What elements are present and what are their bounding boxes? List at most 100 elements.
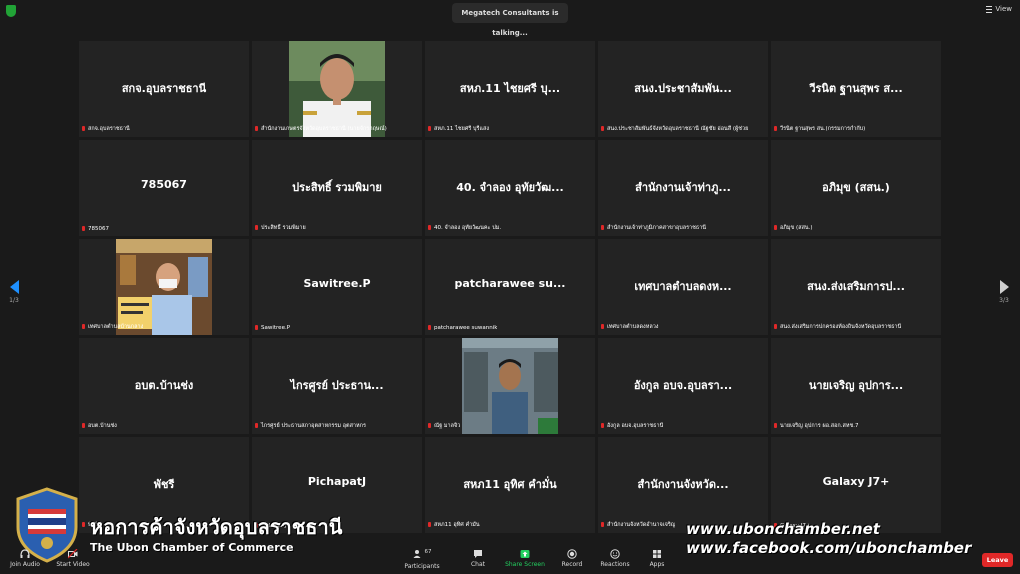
participants-count: 67 xyxy=(424,549,432,555)
participant-label: สำนักงานเกษตรจังหวัดอุบลราชธานี (นายจักร… xyxy=(255,125,387,133)
muted-mic-icon xyxy=(82,522,85,527)
muted-mic-icon xyxy=(601,126,604,131)
muted-mic-icon xyxy=(774,126,777,131)
meeting-toolbar: Join Audio Start Video 67 Participants C… xyxy=(0,547,1020,574)
participant-tile[interactable]: patcharawee su... patcharawee suwannik xyxy=(425,239,595,335)
muted-mic-icon xyxy=(82,226,85,231)
arrow-left-icon xyxy=(9,280,19,294)
participant-tile[interactable]: Sawitree.P Sawitree.P xyxy=(252,239,422,335)
participant-name-large: นายเจริญ อุปการ... xyxy=(808,379,904,392)
participant-tile[interactable]: สำนักงานเกษตรจังหวัดอุบลราชธานี (นายจักร… xyxy=(252,41,422,137)
participant-video xyxy=(289,41,385,137)
participant-label: เทศบาลตำบลดงหลวง xyxy=(601,323,659,331)
participant-video xyxy=(462,338,558,434)
participant-label: สำนักงานเจ้าท่าภูมิภาคสาขาอุบลราชธานี xyxy=(601,224,706,232)
muted-mic-icon xyxy=(255,225,258,230)
participant-name-large: 785067 xyxy=(141,178,187,191)
muted-mic-icon xyxy=(601,423,604,428)
apps-button[interactable]: Apps xyxy=(632,549,682,568)
share-screen-icon xyxy=(520,550,530,558)
previous-page-button[interactable]: 1/3 xyxy=(4,280,24,304)
leave-button[interactable]: Leave xyxy=(982,553,1013,567)
muted-mic-icon xyxy=(774,324,777,329)
reactions-icon xyxy=(610,549,620,559)
participant-label: Sawitree.P xyxy=(255,325,290,331)
record-icon xyxy=(567,549,577,559)
participant-tile[interactable]: นายเจริญ อุปการ... นายเจริญ อุปการ ผอ.สอก… xyxy=(771,338,941,434)
muted-mic-icon xyxy=(428,325,431,330)
participant-tile[interactable]: 785067 785067 xyxy=(79,140,249,236)
page-indicator-right: 3/3 xyxy=(999,297,1009,304)
next-page-button[interactable]: 3/3 xyxy=(994,280,1014,304)
muted-mic-icon xyxy=(255,126,258,131)
participant-name-large: อังกูล อบจ.อุบลรา... xyxy=(633,379,733,392)
participant-tile[interactable]: Galaxy J7+ Galaxy J7+ xyxy=(771,437,941,533)
muted-mic-icon xyxy=(774,423,777,428)
participant-name-large: Sawitree.P xyxy=(303,277,371,290)
participant-tile[interactable]: เทศบาลตำบลดงห... เทศบาลตำบลดงหลวง xyxy=(598,239,768,335)
participant-label: สหภ11 อุทิศ คำมั่น xyxy=(428,521,480,529)
participant-tile[interactable]: 40. จำลอง อุทัยวัฒ... 40. จำลอง อุทัยวัฒน… xyxy=(425,140,595,236)
participant-label: นายเจริญ อุปการ ผอ.สอก.สหช.7 xyxy=(774,422,858,430)
page-indicator-left: 1/3 xyxy=(9,297,19,304)
chat-button[interactable]: Chat xyxy=(453,549,503,568)
participant-label: สำนักงานจังหวัดอำนาจเจริญ xyxy=(601,521,675,529)
muted-mic-icon xyxy=(601,225,604,230)
participant-name-large: วีรนิต ฐานสุพร ส... xyxy=(809,82,903,95)
apps-icon xyxy=(653,550,661,558)
participant-label: ประสิทธิ์ รวมพิมาย xyxy=(255,224,306,232)
participant-tile[interactable]: สหภ11 อุทิศ คำมั่น สหภ11 อุทิศ คำมั่น xyxy=(425,437,595,533)
participant-tile[interactable]: สำนักงานเจ้าท่าภู... สำนักงานเจ้าท่าภูมิภ… xyxy=(598,140,768,236)
view-button[interactable]: View xyxy=(986,5,1012,13)
chat-icon xyxy=(474,550,482,558)
grid-view-icon xyxy=(986,5,993,13)
website-url: www.ubonchamber.net xyxy=(686,520,880,538)
participant-tile[interactable]: เทศบาลตำบลบ้านกลาง xyxy=(79,239,249,335)
participant-label: patcharawee suwannik xyxy=(428,325,497,331)
participants-button[interactable]: 67 Participants xyxy=(397,549,447,570)
participant-tile[interactable]: สนง.ส่งเสริมการป... สนง.ส่งเสริมการปกครอง… xyxy=(771,239,941,335)
participant-name-large: สหภ11 อุทิศ คำมั่น xyxy=(463,478,557,491)
participant-tile[interactable]: สหภ.11 ไชยศรี บุ... สหภ.11 ไชยศรี บุรีแสง xyxy=(425,41,595,137)
participant-name-large: สำนักงานเจ้าท่าภู... xyxy=(635,181,731,194)
participant-label: ไกรศูรย์ ประธานสภาอุตสาหกรรม อุตสาหกร xyxy=(255,422,366,430)
participant-label: สหภ.11 ไชยศรี บุรีแสง xyxy=(428,125,489,133)
participant-label: ณัฐ มาลจิ๋ว xyxy=(428,422,460,430)
participant-name-large: อภิมุข (สสน.) xyxy=(822,181,890,194)
muted-mic-icon xyxy=(601,324,604,329)
muted-mic-icon xyxy=(255,423,258,428)
participant-video xyxy=(116,239,212,335)
muted-mic-icon xyxy=(428,522,431,527)
participant-name-large: สหภ.11 ไชยศรี บุ... xyxy=(459,82,561,95)
gallery-grid: สกจ.อุบลราชธานี สกจ.อุบลราชธานี สำนักงานเ… xyxy=(79,41,941,533)
participant-name-large: Galaxy J7+ xyxy=(822,475,890,488)
headphone-icon xyxy=(20,549,30,558)
participant-name-large: 40. จำลอง อุทัยวัฒ... xyxy=(456,181,564,194)
share-screen-button[interactable]: Share Screen xyxy=(500,549,550,568)
participant-tile[interactable]: วีรนิต ฐานสุพร ส... วีรนิต ฐานสุพร สน.(กร… xyxy=(771,41,941,137)
participant-tile[interactable]: อบต.บ้านช่ง อบต.บ้านช่ง xyxy=(79,338,249,434)
top-bar: Megatech Consultants is talking... View xyxy=(0,0,1020,37)
participant-tile[interactable]: สนง.ประชาสัมพัน... สนง.ประชาสัมพันธ์จังหว… xyxy=(598,41,768,137)
participant-video-frame xyxy=(289,41,385,137)
participant-tile[interactable]: สำนักงานจังหวัด... สำนักงานจังหวัดอำนาจเจ… xyxy=(598,437,768,533)
participant-label: สนง.ส่งเสริมการปกครองท้องถิ่นจังหวัดอุบล… xyxy=(774,323,901,331)
muted-mic-icon xyxy=(82,324,85,329)
participant-tile[interactable]: อังกูล อบจ.อุบลรา... อังกูล อบจ.อุบลราชธา… xyxy=(598,338,768,434)
participant-tile[interactable]: สกจ.อุบลราชธานี สกจ.อุบลราชธานี xyxy=(79,41,249,137)
shield-icon[interactable] xyxy=(6,5,16,17)
participant-label: สนง.ประชาสัมพันธ์จังหวัดอุบลราชธานี ณัฐช… xyxy=(601,125,748,133)
participant-name-large: สนง.ส่งเสริมการป... xyxy=(807,280,905,293)
participants-icon xyxy=(413,550,420,558)
participant-tile[interactable]: ไกรศูรย์ ประธาน... ไกรศูรย์ ประธานสภาอุตส… xyxy=(252,338,422,434)
muted-mic-icon xyxy=(82,126,85,131)
muted-mic-icon xyxy=(428,423,431,428)
participant-label: 785067 xyxy=(82,226,109,232)
participant-tile[interactable]: ณัฐ มาลจิ๋ว xyxy=(425,338,595,434)
participant-tile[interactable]: ประสิทธิ์ รวมพิมาย ประสิทธิ์ รวมพิมาย xyxy=(252,140,422,236)
start-video-button[interactable]: Start Video xyxy=(48,549,98,568)
participant-label: สกจ.อุบลราชธานี xyxy=(82,125,130,133)
participant-name-large: อบต.บ้านช่ง xyxy=(134,379,194,392)
participant-tile[interactable]: อภิมุข (สสน.) อภิมุข (สสน.) xyxy=(771,140,941,236)
join-audio-button[interactable]: Join Audio xyxy=(0,549,50,568)
